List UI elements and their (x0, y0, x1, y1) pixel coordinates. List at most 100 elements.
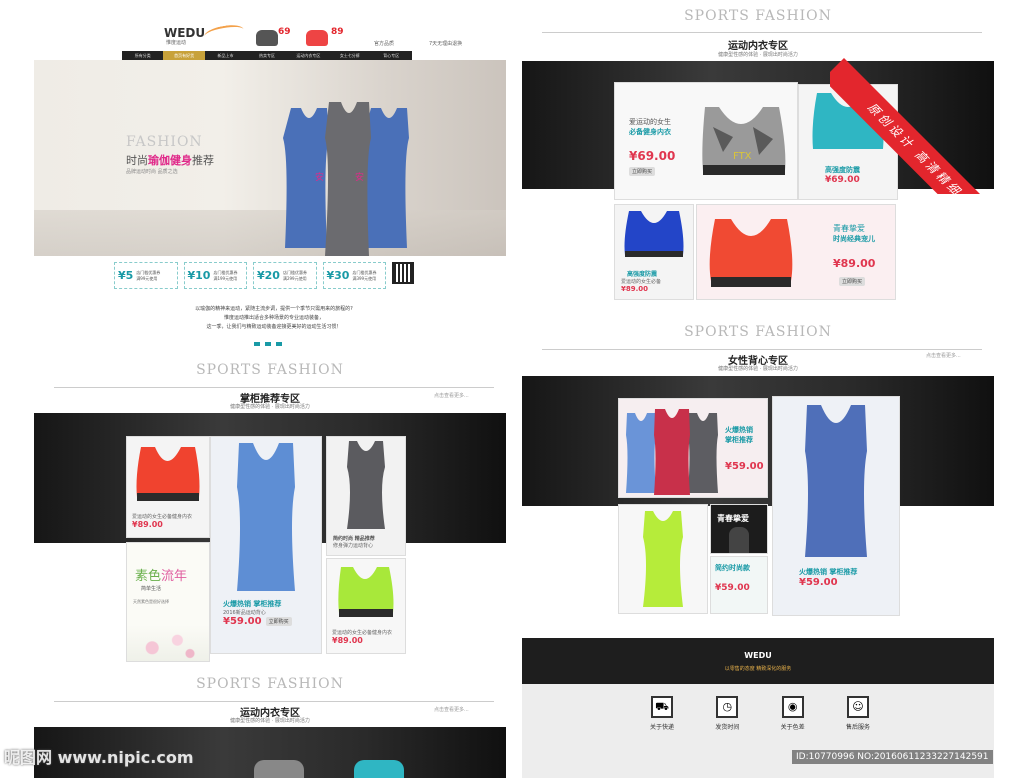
vest-lime-image (643, 511, 683, 607)
vest-blue-title: 火爆热销 掌柜推荐 (799, 568, 858, 576)
hero-line: 品牌运动时尚 品质之选 (126, 169, 178, 175)
section-divider (542, 349, 982, 350)
product-card-red-bra[interactable]: 爱运动的女生必备健身内衣 ¥89.00 (126, 436, 210, 538)
vest-trio-price: ¥59.00 (725, 461, 764, 472)
clock-icon: ◷ (716, 696, 739, 718)
coupon-20[interactable]: ¥20 店门槛优惠券 满299元使用 (253, 262, 317, 289)
svg-text:安: 安 (355, 171, 364, 183)
qr-code-icon[interactable] (392, 262, 414, 284)
nav-item-all[interactable]: 所有分类 (122, 51, 163, 60)
intro-text: 以瑜伽的精神来运动，紧随主流步调，提供一个季节只需用来的旅程的? 惟度运动推出适… (154, 305, 394, 332)
buy-now-button[interactable]: 立即购买 (629, 167, 656, 176)
ribbon-band: 原创设计 高清精细分层 (830, 58, 1024, 194)
red-bra-line1: 青春挚爱 (833, 224, 865, 233)
blue-tank-image (237, 443, 295, 591)
nav-item-new[interactable]: 新品上市 (205, 51, 246, 60)
section-subtitle: 健康型性感的体验 · 展现出时尚活力 (718, 366, 798, 372)
coupon-amount: ¥10 (187, 269, 211, 282)
hero-title-a: 时尚 (126, 154, 148, 167)
vest-card-blue[interactable]: 火爆热销 掌柜推荐 ¥59.00 (772, 396, 900, 616)
red-bra-price: ¥89.00 (833, 257, 876, 270)
coupon-10[interactable]: ¥10 店门槛优惠券 满199元使用 (183, 262, 247, 289)
product-card-gray-tank[interactable]: 简约时尚 精品推荐 修身弹力运动背心 (326, 436, 406, 556)
promo-title: 素色流年 (135, 569, 188, 584)
bra-card-blue[interactable]: 高强度防震 爱运动的女生必备 ¥89.00 (614, 204, 694, 300)
vest-trio-line2: 掌柜推荐 (725, 436, 753, 444)
quality-badge: 官方品质 (374, 41, 395, 47)
service-color-diff[interactable]: ◉ 关于色差 (771, 696, 815, 731)
gray-tank-desc: 修身弹力运动背心 (333, 543, 374, 549)
blue-tank-title: 火爆热销 掌柜推荐 (223, 600, 282, 608)
left-page: WEDU 惟度运动 69 89 官方品质 7天无理由退换 所有分类 首页有好货 … (34, 0, 506, 778)
hero-floor (34, 210, 506, 256)
bra-card-featured[interactable]: 爱运动的女生 必备健身内衣 ¥69.00 立即购买 FTX (614, 82, 798, 200)
blue-bra-price: ¥89.00 (621, 285, 649, 293)
header-product-2[interactable] (306, 30, 328, 46)
store-logo[interactable]: WEDU (164, 26, 205, 40)
coupon-amount: ¥20 (257, 269, 280, 282)
promo-line: 简单生活 (141, 586, 162, 592)
service-after-sales[interactable]: ☺ 售后服务 (836, 696, 880, 731)
vest-card-lime[interactable] (618, 504, 708, 614)
product-card-blue-tank[interactable]: 火爆热销 掌柜推荐 2016新品运动背心 ¥59.00 立即购买 (210, 436, 322, 654)
bra-card-red[interactable]: 青春挚爱 时尚经典宠儿 ¥89.00 立即购买 (696, 204, 896, 300)
section-en-title: SPORTS FASHION (684, 324, 832, 340)
camera-icon: ◉ (781, 696, 804, 718)
blue-bra-image (624, 211, 684, 257)
blue-tank-desc: 2016新品运动背心 (223, 610, 266, 616)
buy-now-button[interactable]: 立即购买 (839, 277, 866, 286)
more-link[interactable]: 点击查看更多... (434, 392, 469, 399)
product-card-lime-bra[interactable]: 爱运动的女生必备健身内衣 ¥89.00 (326, 558, 406, 654)
more-link[interactable]: 点击查看更多... (926, 352, 961, 359)
coupon-30[interactable]: ¥30 店门槛优惠券 满399元使用 (322, 262, 386, 289)
vest-trio-image (626, 409, 718, 495)
nav-item-hot[interactable]: 热卖专区 (246, 51, 287, 60)
footer-logo[interactable]: WEDU (522, 651, 994, 660)
svg-text:FTX: FTX (733, 151, 752, 162)
flower-decoration (127, 625, 209, 661)
footer-tagline: 以零售的态度 精致深化的服务 (724, 666, 792, 672)
nav-item-home[interactable]: 首页有好货 (163, 51, 205, 60)
nav-item-vest[interactable]: 背心专区 (371, 51, 412, 60)
service-delivery-time[interactable]: ◷ 发货时间 (705, 696, 749, 731)
vest-trio-line1: 火爆热销 (725, 426, 753, 434)
intro-dots (254, 342, 282, 346)
nav-item-pants[interactable]: 女士七分裤 (329, 51, 370, 60)
intro-line: 惟度运动推出适合多种场景的专业运动装备， (223, 315, 324, 321)
hero-tank-middle (325, 102, 371, 256)
bra-card-line2: 必备健身内衣 (629, 128, 671, 136)
vest-card-trio[interactable]: 火爆热销 掌柜推荐 ¥59.00 (618, 398, 768, 498)
coupon-5[interactable]: ¥5 店门槛优惠券 满99元使用 (114, 262, 178, 289)
more-link[interactable]: 点击查看更多... (434, 706, 469, 713)
section-header-featured: SPORTS FASHION 掌柜推荐专区 健康型性感的体验 · 展现出时尚活力… (34, 362, 506, 412)
red-bra-desc: 爱运动的女生必备健身内衣 (132, 514, 193, 520)
promo-card-simple-life[interactable]: 素色流年 简单生活 天然素色是很好选择 (126, 542, 210, 662)
person-icon: ☺ (846, 696, 869, 718)
buy-now-button[interactable]: 立即购买 (265, 617, 292, 626)
vest-card-promo[interactable]: 青春挚爱 (710, 504, 768, 554)
lime-bra-desc: 爱运动的女生必备健身内衣 (332, 630, 393, 636)
truck-icon: ⛟ (651, 696, 673, 718)
hero-banner[interactable]: FASHION 时尚瑜伽健身推荐 品牌运动时尚 品质之选 安 安 (34, 60, 506, 256)
hero-tanks: 安 安 (283, 102, 409, 256)
service-label: 售后服务 (845, 724, 870, 731)
service-shipping[interactable]: ⛟ 关于快递 (640, 696, 684, 731)
header-badge-1: 69 (278, 27, 291, 37)
section-subtitle: 健康型性感的体验 · 展现出时尚活力 (230, 718, 310, 724)
service-label: 关于快递 (649, 724, 674, 731)
header-product-1[interactable] (256, 30, 278, 46)
return-badge: 7天无理由退换 (429, 41, 463, 47)
corner-ribbon: 原创设计 高清精细分层 (830, 0, 1024, 194)
hero-title-b: 瑜伽健身 (148, 154, 192, 167)
hero-fashion-en: FASHION (126, 134, 203, 150)
nav-item-bra[interactable]: 运动内衣专区 (288, 51, 329, 60)
coupon-text: 店门槛优惠券 满299元使用 (282, 269, 307, 281)
coupon-text: 店门槛优惠券 满199元使用 (213, 269, 238, 281)
section-header-vest: SPORTS FASHION 女性背心专区 健康型性感的体验 · 展现出时尚活力… (522, 324, 994, 376)
hero-title-c: 推荐 (192, 154, 214, 167)
vest-card-simple[interactable]: 简约时尚款 ¥59.00 (710, 556, 768, 614)
svg-text:安: 安 (315, 171, 324, 183)
vest-blue-image (805, 405, 867, 557)
section-en-title: SPORTS FASHION (196, 362, 344, 378)
bra-card-price: ¥69.00 (629, 149, 676, 163)
